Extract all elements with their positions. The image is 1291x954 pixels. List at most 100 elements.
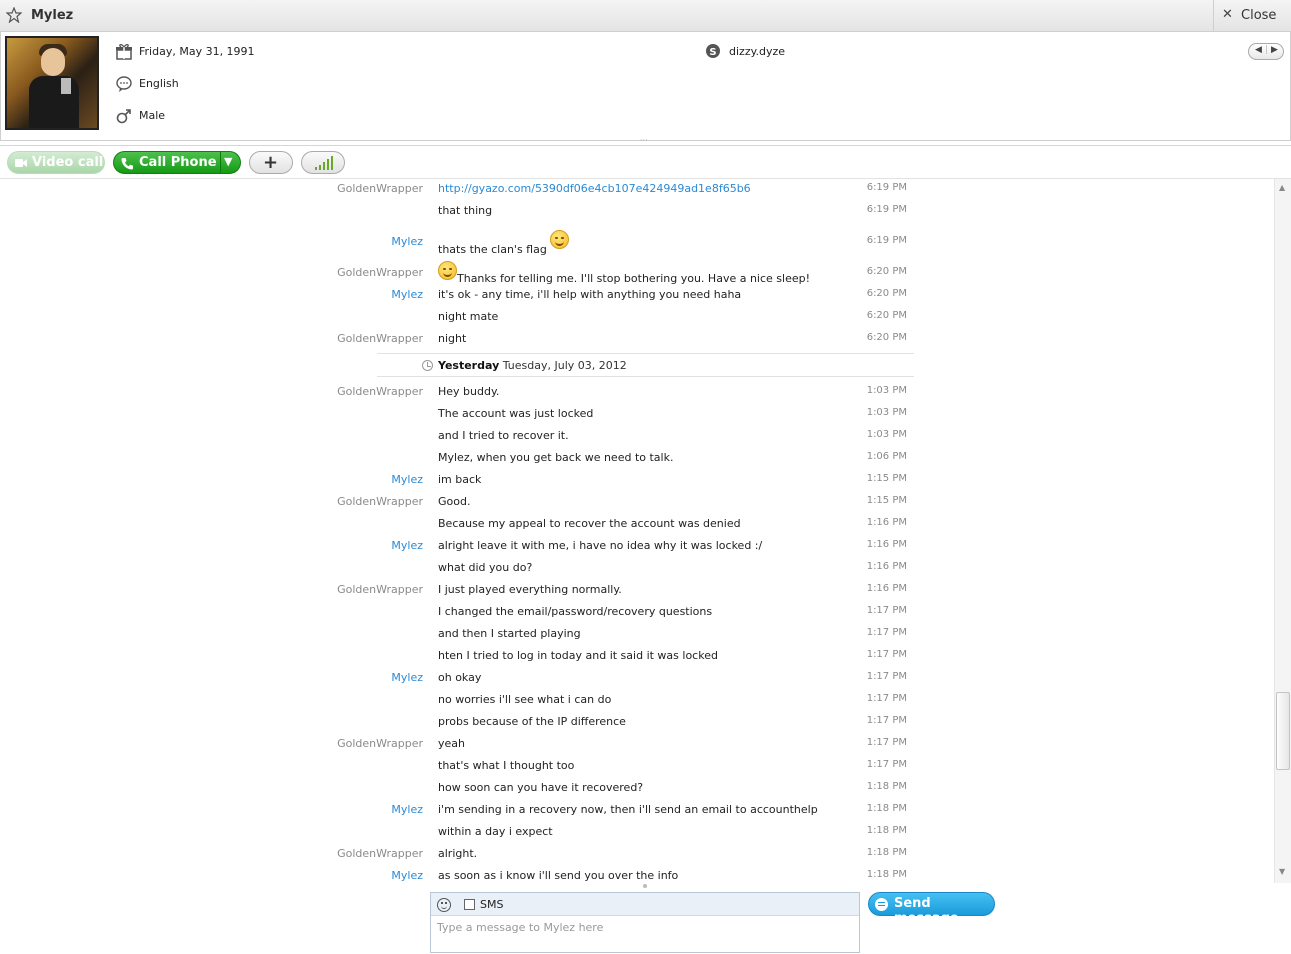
call-phone-label: Call Phone xyxy=(139,155,217,170)
profile-skype-name: S dizzy.dyze xyxy=(705,42,905,62)
chat-message-row: GoldenWrapper alright. 1:18 PM xyxy=(0,844,1274,866)
scroll-down-icon[interactable]: ▼ xyxy=(1279,867,1285,876)
message-time: 1:17 PM xyxy=(866,627,907,638)
chat-message-row: I changed the email/password/recovery qu… xyxy=(0,602,1274,624)
message-text: that thing xyxy=(438,204,493,217)
message-time: 6:20 PM xyxy=(866,310,907,321)
call-toolbar: Video call Call Phone ▼ + xyxy=(0,145,1291,179)
message-text: and then I started playing xyxy=(438,627,581,640)
message-input[interactable]: Type a message to Mylez here xyxy=(437,921,603,934)
birthday-icon xyxy=(116,44,132,60)
message-time: 1:16 PM xyxy=(866,539,907,550)
message-time: 6:19 PM xyxy=(866,235,907,246)
language-text: English xyxy=(139,77,179,90)
smiley-icon xyxy=(550,230,570,249)
chat-message-row: The account was just locked 1:03 PM xyxy=(0,404,1274,426)
close-button[interactable]: ✕ Close xyxy=(1213,0,1291,32)
skype-name-text: dizzy.dyze xyxy=(729,45,786,58)
chat-message-row: GoldenWrapper Good. 1:15 PM xyxy=(0,492,1274,514)
message-sender: GoldenWrapper xyxy=(337,495,423,508)
scroll-up-icon[interactable]: ▲ xyxy=(1279,183,1285,192)
chat-message-row: GoldenWrapper http://gyazo.com/5390df06e… xyxy=(0,179,1274,201)
chevron-down-icon[interactable]: ▼ xyxy=(224,155,232,168)
plus-icon: + xyxy=(263,152,279,173)
clock-icon xyxy=(422,360,433,371)
chat-scrollbar[interactable]: ▲ ▼ xyxy=(1274,179,1291,883)
message-composer: SMS Type a message to Mylez here xyxy=(430,892,860,953)
message-time: 6:19 PM xyxy=(866,204,907,215)
profile-nav-arrows[interactable]: ◀ | ▶ xyxy=(1248,43,1284,60)
message-link[interactable]: http://gyazo.com/5390df06e4cb107e424949a… xyxy=(438,182,751,195)
chat-message-row: Mylez oh okay 1:17 PM xyxy=(0,668,1274,690)
message-text: how soon can you have it recovered? xyxy=(438,781,644,794)
chat-message-row: GoldenWrapper I just played everything n… xyxy=(0,580,1274,602)
message-text: night xyxy=(438,332,467,345)
message-time: 1:15 PM xyxy=(866,495,907,506)
message-time: 1:03 PM xyxy=(866,385,907,396)
skype-icon: S xyxy=(706,44,720,58)
message-text: I just played everything normally. xyxy=(438,583,622,596)
prev-arrow-icon[interactable]: ◀ xyxy=(1255,45,1262,55)
chat-message-row: within a day i expect 1:18 PM xyxy=(0,822,1274,844)
message-time: 1:18 PM xyxy=(866,781,907,792)
chat-message-row: GoldenWrapper yeah 1:17 PM xyxy=(0,734,1274,756)
message-text: im back xyxy=(438,473,482,486)
chat-message-row: what did you do? 1:16 PM xyxy=(0,558,1274,580)
scroll-thumb[interactable] xyxy=(1276,692,1290,770)
message-text: alright. xyxy=(438,847,478,860)
chat-message-row: night mate 6:20 PM xyxy=(0,307,1274,329)
send-message-button[interactable]: Send message xyxy=(868,892,995,926)
message-text: The account was just locked xyxy=(438,407,594,420)
message-time: 1:15 PM xyxy=(866,473,907,484)
chat-message-row: probs because of the IP difference 1:17 … xyxy=(0,712,1274,734)
close-icon: ✕ xyxy=(1222,7,1233,22)
message-time: 6:20 PM xyxy=(866,332,907,343)
message-text: no worries i'll see what i can do xyxy=(438,693,612,706)
message-time: 1:03 PM xyxy=(866,429,907,440)
chat-message-row: how soon can you have it recovered? 1:18… xyxy=(0,778,1274,800)
message-time: 1:17 PM xyxy=(866,715,907,726)
sms-label: SMS xyxy=(480,898,504,911)
chat-message-row: Mylez i'm sending in a recovery now, the… xyxy=(0,800,1274,822)
message-sender: Mylez xyxy=(391,288,423,301)
title-bar: Mylez ✕ Close xyxy=(0,0,1291,32)
message-time: 1:17 PM xyxy=(866,759,907,770)
message-text: oh okay xyxy=(438,671,482,684)
star-icon[interactable] xyxy=(6,7,22,23)
message-time: 1:18 PM xyxy=(866,869,907,880)
add-button[interactable]: + xyxy=(249,151,293,174)
message-time: 1:18 PM xyxy=(866,825,907,836)
message-text: yeah xyxy=(438,737,465,750)
chat-history[interactable]: GoldenWrapper http://gyazo.com/5390df06e… xyxy=(0,179,1274,883)
message-text: Thanks for telling me. I'll stop botheri… xyxy=(457,272,811,285)
message-text: probs because of the IP difference xyxy=(438,715,626,728)
message-text: night mate xyxy=(438,310,499,323)
chat-message-row: and I tried to recover it. 1:03 PM xyxy=(0,426,1274,448)
signal-icon xyxy=(315,156,333,170)
chat-message-row: Mylez thats the clan's flag 6:19 PM xyxy=(0,230,1274,256)
message-text: I changed the email/password/recovery qu… xyxy=(438,605,713,618)
message-text: it's ok - any time, i'll help with anyth… xyxy=(438,288,742,301)
sms-checkbox[interactable] xyxy=(464,899,475,910)
profile-gender: Male xyxy=(115,106,375,126)
message-text: Because my appeal to recover the account… xyxy=(438,517,741,530)
svg-text:S: S xyxy=(709,47,716,58)
profile-language: English xyxy=(115,74,375,94)
call-phone-button[interactable]: Call Phone ▼ xyxy=(113,151,241,174)
day-separator-date: Tuesday, July 03, 2012 xyxy=(502,359,627,372)
message-time: 1:17 PM xyxy=(866,605,907,616)
chat-message-row: that's what I thought too 1:17 PM xyxy=(0,756,1274,778)
message-sender: Mylez xyxy=(391,473,423,486)
resize-grip[interactable]: ··· xyxy=(640,137,654,145)
message-text: Good. xyxy=(438,495,471,508)
chat-message-row: Mylez as soon as i know i'll send you ov… xyxy=(0,866,1274,883)
emoticon-icon[interactable] xyxy=(437,898,451,912)
resize-dot[interactable] xyxy=(643,884,647,888)
message-text: as soon as i know i'll send you over the… xyxy=(438,869,679,882)
close-label: Close xyxy=(1241,8,1277,23)
call-quality-button[interactable] xyxy=(301,151,345,174)
next-arrow-icon[interactable]: ▶ xyxy=(1271,45,1278,55)
video-call-button[interactable]: Video call xyxy=(7,151,105,174)
message-sender: Mylez xyxy=(391,539,423,552)
message-time: 6:19 PM xyxy=(866,182,907,193)
